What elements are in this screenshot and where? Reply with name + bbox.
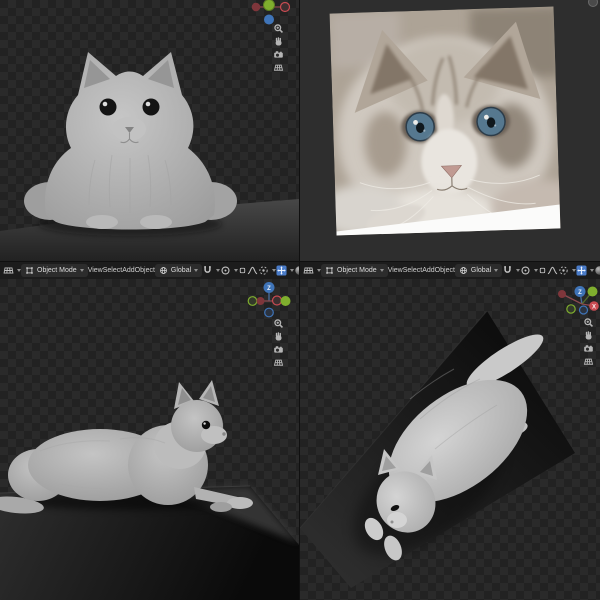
pivot-point-selector[interactable] — [558, 265, 577, 276]
viewport-top-view[interactable]: Object Mode View Select Add Object Globa… — [300, 262, 600, 600]
object-mode-icon — [325, 266, 334, 275]
global-orientation-icon — [159, 266, 168, 275]
editor-type-button[interactable] — [3, 265, 21, 276]
cat-right-eye — [476, 106, 506, 137]
proportional-editing-toggle[interactable] — [520, 265, 539, 276]
pivot-point-icon — [558, 265, 569, 276]
orthographic-grid-icon[interactable] — [273, 357, 284, 368]
svg-text:Z: Z — [267, 286, 271, 292]
pivot-point-selector[interactable] — [258, 265, 277, 276]
mode-label: Object Mode — [37, 267, 77, 274]
viewport-header: Object Mode View Select Add Object Globa… — [0, 262, 299, 280]
navigation-gizmo[interactable]: Z — [247, 282, 291, 318]
object-mode-icon — [25, 266, 34, 275]
menu-add[interactable]: Add — [122, 267, 134, 274]
snap-magnet-icon — [202, 265, 213, 276]
reference-image-panel[interactable] — [300, 0, 600, 261]
gizmo-toggle[interactable] — [276, 265, 295, 276]
viewport-header: Object Mode View Select Add Object Globa… — [300, 262, 600, 280]
viewport-side-view[interactable]: Object Mode View Select Add Object Globa… — [0, 262, 299, 600]
menu-object[interactable]: Object — [435, 267, 455, 274]
viewport-nav-controls — [272, 318, 285, 368]
snapping-toggle[interactable] — [202, 265, 221, 276]
editor-type-icon — [3, 265, 14, 276]
move-hand-icon[interactable] — [273, 36, 284, 47]
gizmo-toggle-icon — [576, 265, 587, 276]
blender-quad-view: Object Mode View Select Add Object Globa… — [0, 0, 600, 600]
zoom-icon[interactable] — [273, 23, 284, 34]
cat-model-side — [0, 380, 253, 514]
orthographic-grid-icon[interactable] — [273, 62, 284, 73]
snap-target-icon — [238, 266, 247, 275]
menu-view[interactable]: View — [88, 267, 103, 274]
camera-view-icon[interactable] — [583, 343, 594, 354]
viewport-front-render[interactable] — [0, 0, 299, 261]
snap-target-button[interactable] — [538, 266, 547, 275]
svg-text:X: X — [592, 304, 596, 310]
menu-add[interactable]: Add — [422, 267, 434, 274]
transform-orientation-selector[interactable]: Global — [454, 264, 503, 277]
proportional-editing-icon — [520, 265, 531, 276]
front-render-scene — [0, 0, 299, 261]
overlays-toggle[interactable] — [294, 265, 299, 276]
menu-select[interactable]: Select — [403, 267, 422, 274]
move-hand-icon[interactable] — [583, 330, 594, 341]
editor-type-button[interactable] — [303, 265, 321, 276]
pivot-point-icon — [258, 265, 269, 276]
proportional-falloff-icon — [247, 265, 258, 276]
reference-photo — [329, 6, 561, 236]
top-view-scene: Z X — [300, 286, 599, 588]
snap-magnet-icon — [502, 265, 513, 276]
overlays-sphere-icon — [294, 265, 299, 276]
orientation-label: Global — [470, 267, 492, 274]
move-hand-icon[interactable] — [273, 331, 284, 342]
menu-view[interactable]: View — [388, 267, 403, 274]
proportional-editing-toggle[interactable] — [220, 265, 239, 276]
cat-left-eye — [405, 112, 435, 142]
snap-target-icon — [538, 266, 547, 275]
snap-target-button[interactable] — [238, 266, 247, 275]
proportional-falloff-icon — [547, 265, 558, 276]
svg-text:Z: Z — [578, 290, 582, 296]
zoom-icon[interactable] — [583, 317, 594, 328]
overlays-toggle[interactable] — [594, 265, 600, 276]
camera-view-icon[interactable] — [273, 49, 284, 60]
overlays-sphere-icon — [594, 265, 600, 276]
proportional-editing-icon — [220, 265, 231, 276]
transform-orientation-selector[interactable]: Global — [154, 264, 203, 277]
navigation-gizmo[interactable]: Z X — [558, 286, 599, 315]
navigation-gizmo[interactable] — [251, 0, 291, 25]
camera-view-icon[interactable] — [273, 344, 284, 355]
menu-object[interactable]: Object — [135, 267, 155, 274]
gizmo-toggle-icon — [276, 265, 287, 276]
zoom-icon[interactable] — [273, 318, 284, 329]
viewport-nav-controls — [272, 23, 285, 73]
mode-selector[interactable]: Object Mode — [321, 264, 388, 277]
gizmo-toggle[interactable] — [576, 265, 595, 276]
cat-model-front — [24, 52, 237, 230]
mode-label: Object Mode — [337, 267, 377, 274]
mode-selector[interactable]: Object Mode — [21, 264, 88, 277]
proportional-falloff-button[interactable] — [547, 265, 558, 276]
menu-select[interactable]: Select — [103, 267, 122, 274]
snapping-toggle[interactable] — [502, 265, 521, 276]
proportional-falloff-button[interactable] — [247, 265, 258, 276]
orthographic-grid-icon[interactable] — [583, 356, 594, 367]
viewport-nav-controls — [582, 317, 595, 367]
orientation-label: Global — [170, 267, 192, 274]
global-orientation-icon — [459, 266, 468, 275]
editor-type-icon — [303, 265, 314, 276]
side-view-scene: Z — [0, 282, 299, 600]
